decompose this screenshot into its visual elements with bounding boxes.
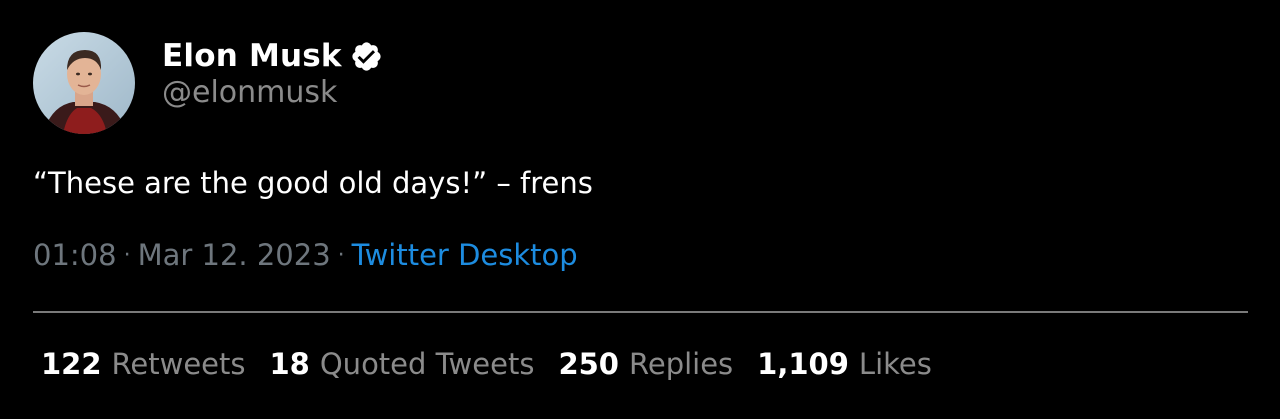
tweet-text: “These are the good old days!” – frens: [33, 166, 593, 200]
stat-count: 1,109: [757, 347, 849, 381]
user-handle[interactable]: @elonmusk: [162, 75, 337, 110]
stat-count: 18: [269, 347, 310, 381]
tweet-card: Elon Musk @elonmusk “These are the good …: [0, 0, 1280, 419]
avatar-image: [33, 32, 135, 134]
stat-label: Retweets: [111, 347, 246, 381]
verified-badge-icon: [350, 40, 383, 73]
tweet-date[interactable]: Mar 12. 2023: [138, 238, 331, 272]
stat-replies[interactable]: 250 Replies: [558, 347, 733, 381]
tweet-time[interactable]: 01:08: [33, 238, 117, 272]
display-name[interactable]: Elon Musk: [162, 38, 342, 74]
tweet-source-link[interactable]: Twitter Desktop: [352, 238, 578, 272]
stat-label: Replies: [629, 347, 734, 381]
meta-separator: ·: [337, 242, 345, 268]
tweet-meta: 01:08 · Mar 12. 2023 · Twitter Desktop: [33, 238, 578, 272]
stat-count: 122: [41, 347, 102, 381]
stat-label: Quoted Tweets: [319, 347, 535, 381]
meta-separator: ·: [123, 242, 131, 268]
stat-label: Likes: [858, 347, 932, 381]
stat-likes[interactable]: 1,109 Likes: [757, 347, 932, 381]
stat-retweets[interactable]: 122 Retweets: [41, 347, 246, 381]
display-name-row: Elon Musk: [162, 36, 383, 76]
avatar[interactable]: [33, 32, 135, 134]
tweet-stats: 122 Retweets 18 Quoted Tweets 250 Replies 1…: [41, 347, 956, 381]
stat-count: 250: [558, 347, 619, 381]
divider: [33, 311, 1248, 313]
stat-quoted-tweets[interactable]: 18 Quoted Tweets: [270, 347, 535, 381]
